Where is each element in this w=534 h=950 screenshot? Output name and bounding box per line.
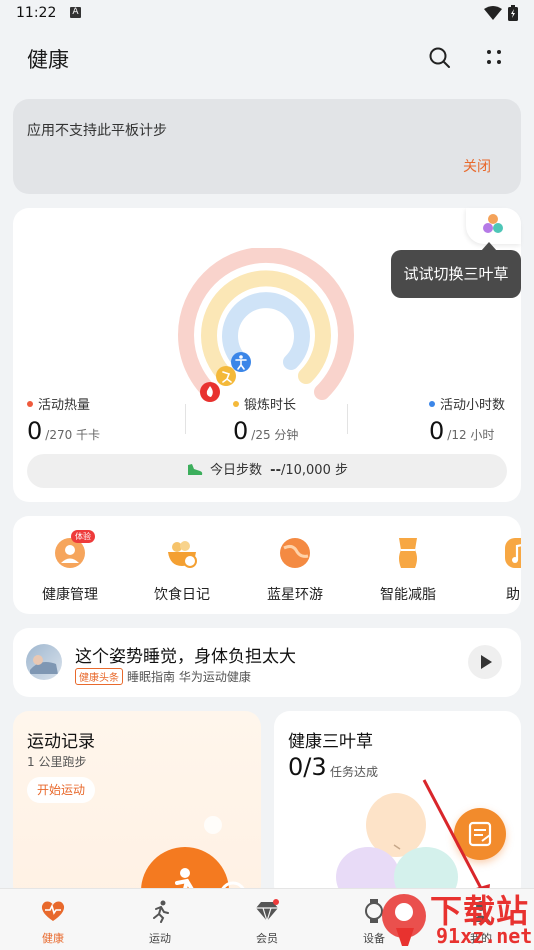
- watermark-domain: 91xz.net: [436, 924, 533, 948]
- tab-label: 会员: [256, 932, 278, 945]
- service-label: 智能减脂: [380, 587, 436, 603]
- stat-unit: /270 千卡: [45, 428, 101, 442]
- tab-health[interactable]: 健康: [18, 899, 88, 946]
- status-bar: 11:22 A: [0, 0, 534, 28]
- service-label: 助眠: [506, 587, 521, 603]
- stat-unit: /25 分钟: [251, 428, 299, 442]
- more-icon[interactable]: [484, 46, 504, 70]
- service-label: 蓝星环游: [267, 587, 323, 603]
- clover-progress: 0/3: [288, 753, 327, 781]
- activity-rings-card[interactable]: 试试切换三叶草 活动热量 0/270 千卡 锻炼时长 0/25 分钟 活动小时数…: [13, 208, 521, 502]
- services-card: 体验 健康管理 饮食日记 蓝星环游 智能减脂 助眠: [13, 516, 521, 614]
- running-icon: [153, 900, 169, 923]
- article-meta: 健康头条 睡眠指南 华为运动健康: [75, 668, 251, 685]
- exercise-title: 运动记录: [27, 732, 95, 752]
- tab-label: 健康: [42, 932, 64, 945]
- play-icon: [481, 655, 492, 669]
- tab-exercise[interactable]: 运动: [125, 899, 195, 946]
- wifi-icon: [484, 6, 502, 20]
- stat-label: 活动小时数: [440, 398, 506, 413]
- search-icon[interactable]: [428, 46, 452, 70]
- article-source: 睡眠指南 华为运动健康: [127, 670, 251, 684]
- exercise-ring-icon: [216, 366, 236, 386]
- stat-label: 锻炼时长: [244, 398, 297, 413]
- service-blue-star-tour[interactable]: 蓝星环游: [250, 536, 340, 604]
- clover-switch-button[interactable]: [466, 208, 521, 244]
- service-health-management[interactable]: 体验 健康管理: [25, 530, 115, 604]
- stat-unit: /12 小时: [447, 428, 495, 442]
- service-sleep-aid[interactable]: 助眠: [475, 536, 521, 604]
- exercise-subtitle: 1 公里跑步: [27, 755, 87, 769]
- clover-subtitle: 任务达成: [330, 765, 379, 779]
- site-watermark: 下载站 91xz.net: [380, 884, 534, 950]
- service-diet-diary[interactable]: 饮食日记: [137, 536, 227, 604]
- steps-goal: /10,000 步: [280, 463, 348, 478]
- steps-value: --: [270, 463, 281, 478]
- tab-label: 运动: [149, 932, 171, 945]
- status-time: 11:22: [16, 5, 57, 21]
- steps-bar[interactable]: 今日步数 --/10,000 步: [27, 454, 507, 488]
- battery-icon: [508, 5, 518, 21]
- tab-membership[interactable]: 会员: [232, 899, 302, 946]
- service-label: 健康管理: [42, 587, 98, 603]
- stat-value: 0: [27, 417, 43, 445]
- stat-active-hours: 活动小时数 0/12 小时: [429, 394, 505, 445]
- article-title: 这个姿势睡觉，身体负担太大: [75, 647, 296, 667]
- body-icon: [391, 536, 425, 570]
- service-badge: 体验: [71, 530, 95, 543]
- health-management-icon: 体验: [53, 530, 95, 570]
- stat-value: 0: [429, 417, 445, 445]
- watermark-logo: [382, 894, 426, 946]
- notification-icon: A: [70, 7, 81, 18]
- shoe-icon: [188, 464, 203, 475]
- calories-dot: [27, 401, 33, 407]
- music-icon: [503, 536, 521, 570]
- header: 健康: [0, 36, 534, 80]
- article-thumbnail: [26, 644, 62, 680]
- divider: [347, 404, 348, 434]
- stat-calories: 活动热量 0/270 千卡: [27, 394, 100, 445]
- globe-icon: [278, 536, 312, 570]
- exercise-dot: [233, 401, 239, 407]
- stat-exercise: 锻炼时长 0/25 分钟: [233, 394, 298, 445]
- unsupported-notice: 应用不支持此平板计步 关闭: [13, 99, 521, 194]
- switch-tooltip: 试试切换三叶草: [391, 250, 521, 298]
- stat-value: 0: [233, 417, 249, 445]
- exercise-record-card[interactable]: 运动记录 1 公里跑步 开始运动: [13, 711, 261, 901]
- start-exercise-button[interactable]: 开始运动: [27, 777, 96, 803]
- stat-label: 活动热量: [38, 398, 91, 413]
- clover-icon: [483, 214, 503, 233]
- clover-title: 健康三叶草: [288, 732, 373, 752]
- article-tag: 健康头条: [75, 668, 123, 685]
- page-title: 健康: [27, 48, 69, 72]
- diamond-icon: [256, 899, 279, 922]
- divider: [185, 404, 186, 434]
- heart-pulse-icon: [41, 901, 65, 921]
- play-button[interactable]: [468, 645, 502, 679]
- health-article-card[interactable]: 这个姿势睡觉，身体负担太大 健康头条 睡眠指南 华为运动健康: [13, 628, 521, 697]
- steps-label: 今日步数: [210, 463, 263, 478]
- active-hours-dot: [429, 401, 435, 407]
- notice-text: 应用不支持此平板计步: [27, 123, 167, 139]
- diet-diary-icon: [165, 536, 199, 570]
- service-label: 饮食日记: [154, 587, 210, 603]
- service-smart-fat-loss[interactable]: 智能减脂: [363, 536, 453, 604]
- notice-close-button[interactable]: 关闭: [463, 156, 491, 176]
